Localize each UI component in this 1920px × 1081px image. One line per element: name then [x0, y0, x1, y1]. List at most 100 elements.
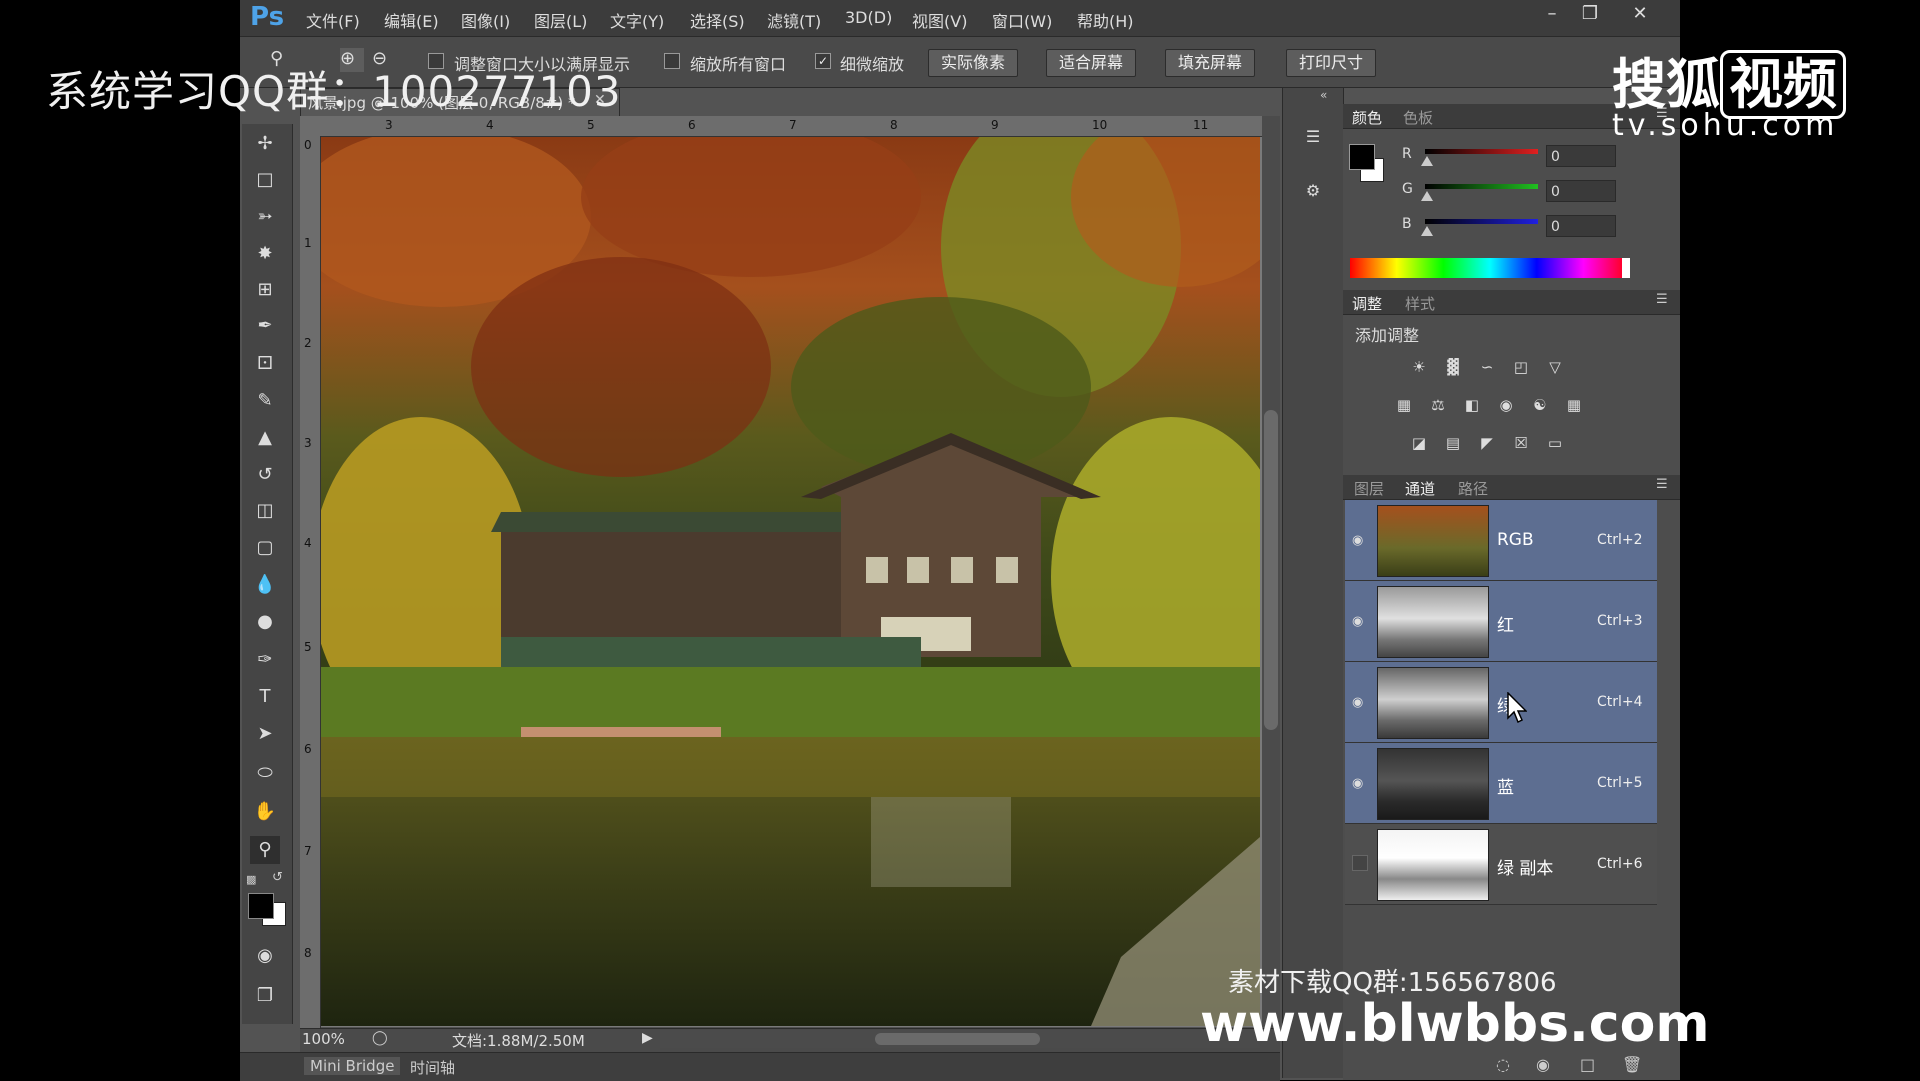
- panel-menu-icon[interactable]: ☰: [1656, 292, 1668, 307]
- hand-tool-icon[interactable]: ✋: [250, 798, 280, 826]
- healing-brush-icon[interactable]: ⚀: [250, 350, 280, 378]
- eye-icon[interactable]: ◉: [1352, 695, 1370, 710]
- status-info-icon[interactable]: ◯: [372, 1030, 388, 1046]
- move-tool-icon[interactable]: ✢: [250, 130, 280, 158]
- tab-paths[interactable]: 路径: [1458, 478, 1488, 499]
- actual-pixels-button[interactable]: 实际像素: [928, 49, 1019, 77]
- r-value-input[interactable]: 0: [1546, 145, 1616, 167]
- menu-file[interactable]: 文件(F): [306, 8, 360, 32]
- channel-mixer-icon[interactable]: ☯: [1529, 394, 1551, 416]
- vibrance-icon[interactable]: ▽: [1544, 356, 1566, 378]
- threshold-icon[interactable]: ◤: [1476, 432, 1498, 454]
- b-slider-handle[interactable]: [1421, 226, 1433, 236]
- document-canvas[interactable]: [321, 137, 1260, 1026]
- stamp-tool-icon[interactable]: ▲: [250, 424, 280, 452]
- menu-edit[interactable]: 编辑(E): [384, 8, 439, 32]
- brightness-icon[interactable]: ☀: [1408, 356, 1430, 378]
- eraser-tool-icon[interactable]: ◫: [250, 497, 280, 525]
- minimize-icon[interactable]: –: [1534, 2, 1570, 26]
- collapse-panels-icon[interactable]: «: [1320, 88, 1327, 102]
- selective-color-icon[interactable]: ☒: [1510, 432, 1532, 454]
- r-slider-handle[interactable]: [1421, 156, 1433, 166]
- magic-wand-icon[interactable]: ✸: [250, 240, 280, 268]
- zoom-tool-active-icon[interactable]: ⚲: [250, 836, 280, 864]
- new-channel-icon[interactable]: □: [1580, 1055, 1595, 1074]
- path-select-icon[interactable]: ➤: [250, 720, 280, 748]
- foreground-color-swatch[interactable]: [248, 893, 274, 919]
- curves-icon[interactable]: ∽: [1476, 356, 1498, 378]
- zoom-all-windows-checkbox[interactable]: [664, 53, 680, 69]
- zoom-level[interactable]: 100%: [302, 1030, 345, 1048]
- b-value-input[interactable]: 0: [1546, 215, 1616, 237]
- g-slider[interactable]: [1425, 184, 1538, 189]
- marquee-tool-icon[interactable]: □: [250, 166, 280, 194]
- lasso-tool-icon[interactable]: ➳: [250, 203, 280, 231]
- gradient-tool-icon[interactable]: ▢: [250, 534, 280, 562]
- tab-styles[interactable]: 样式: [1405, 293, 1435, 314]
- menu-layer[interactable]: 图层(L): [534, 8, 587, 32]
- ellipse-tool-icon[interactable]: ⬭: [250, 759, 280, 787]
- photo-filter-icon[interactable]: ◉: [1495, 394, 1517, 416]
- blur-tool-icon[interactable]: 💧: [250, 571, 280, 599]
- menu-window[interactable]: 窗口(W): [992, 8, 1052, 32]
- menu-view[interactable]: 视图(V): [912, 8, 967, 32]
- close-icon[interactable]: ✕: [1622, 2, 1658, 26]
- fill-screen-button[interactable]: 填充屏幕: [1165, 49, 1256, 77]
- history-brush-icon[interactable]: ↺: [250, 461, 280, 489]
- hue-saturation-icon[interactable]: ▦: [1393, 394, 1415, 416]
- screen-mode-icon[interactable]: ❐: [250, 982, 280, 1010]
- eye-icon[interactable]: ◉: [1352, 776, 1370, 791]
- black-white-icon[interactable]: ◧: [1461, 394, 1483, 416]
- tab-color[interactable]: 颜色: [1352, 107, 1382, 128]
- menu-image[interactable]: 图像(I): [461, 8, 510, 32]
- tab-timeline[interactable]: 时间轴: [410, 1057, 455, 1078]
- tab-swatches[interactable]: 色板: [1403, 107, 1433, 128]
- default-colors-icon[interactable]: ▩: [246, 873, 260, 887]
- eye-icon[interactable]: ◉: [1352, 614, 1370, 629]
- eyedropper-icon[interactable]: ✒: [250, 312, 280, 340]
- r-slider[interactable]: [1425, 149, 1538, 154]
- menu-3d[interactable]: 3D(D): [845, 8, 892, 27]
- color-spectrum-bar[interactable]: [1350, 258, 1630, 278]
- restore-icon[interactable]: ❐: [1572, 2, 1608, 26]
- eye-icon[interactable]: ◉: [1352, 533, 1370, 548]
- pen-tool-icon[interactable]: ✑: [250, 646, 280, 674]
- delete-channel-icon[interactable]: 🗑: [1622, 1055, 1642, 1074]
- menu-type[interactable]: 文字(Y): [610, 8, 664, 32]
- g-value-input[interactable]: 0: [1546, 180, 1616, 202]
- menu-filter[interactable]: 滤镜(T): [767, 8, 821, 32]
- dodge-tool-icon[interactable]: ●: [250, 608, 280, 636]
- tab-layers[interactable]: 图层: [1354, 478, 1384, 499]
- print-size-button[interactable]: 打印尺寸: [1286, 49, 1377, 77]
- posterize-icon[interactable]: ▤: [1442, 432, 1464, 454]
- type-tool-icon[interactable]: T: [250, 683, 280, 711]
- vertical-scroll-thumb[interactable]: [1264, 410, 1278, 730]
- color-lookup-icon[interactable]: ▦: [1563, 394, 1585, 416]
- color-fg-swatch[interactable]: [1349, 144, 1375, 170]
- exposure-icon[interactable]: ◰: [1510, 356, 1532, 378]
- scrubby-zoom-checkbox[interactable]: ✓: [815, 53, 831, 69]
- b-slider[interactable]: [1425, 219, 1538, 224]
- horizontal-scroll-thumb[interactable]: [875, 1033, 1040, 1045]
- spectrum-white-end[interactable]: [1622, 258, 1630, 278]
- tab-adjustments[interactable]: 调整: [1352, 293, 1382, 314]
- g-slider-handle[interactable]: [1421, 191, 1433, 201]
- properties-panel-icon[interactable]: ⚙: [1300, 178, 1326, 204]
- crop-tool-icon[interactable]: ⊞: [250, 276, 280, 304]
- tab-mini-bridge[interactable]: Mini Bridge: [304, 1057, 401, 1075]
- menu-select[interactable]: 选择(S): [690, 8, 745, 32]
- fit-screen-button[interactable]: 适合屏幕: [1046, 49, 1137, 77]
- history-panel-icon[interactable]: ☰: [1300, 124, 1326, 150]
- swap-colors-icon[interactable]: ↺: [272, 870, 288, 886]
- gradient-map-icon[interactable]: ▭: [1544, 432, 1566, 454]
- menu-help[interactable]: 帮助(H): [1077, 8, 1134, 32]
- visibility-toggle[interactable]: [1352, 855, 1368, 871]
- status-menu-arrow-icon[interactable]: ▶: [642, 1030, 653, 1046]
- load-selection-icon[interactable]: ◌: [1496, 1055, 1510, 1074]
- tab-channels[interactable]: 通道: [1405, 478, 1435, 499]
- invert-icon[interactable]: ◪: [1408, 432, 1430, 454]
- panel-menu-icon[interactable]: ☰: [1656, 477, 1668, 492]
- save-selection-icon[interactable]: ◉: [1536, 1055, 1550, 1074]
- levels-icon[interactable]: ▓: [1442, 356, 1464, 378]
- quick-mask-icon[interactable]: ◉: [250, 942, 280, 970]
